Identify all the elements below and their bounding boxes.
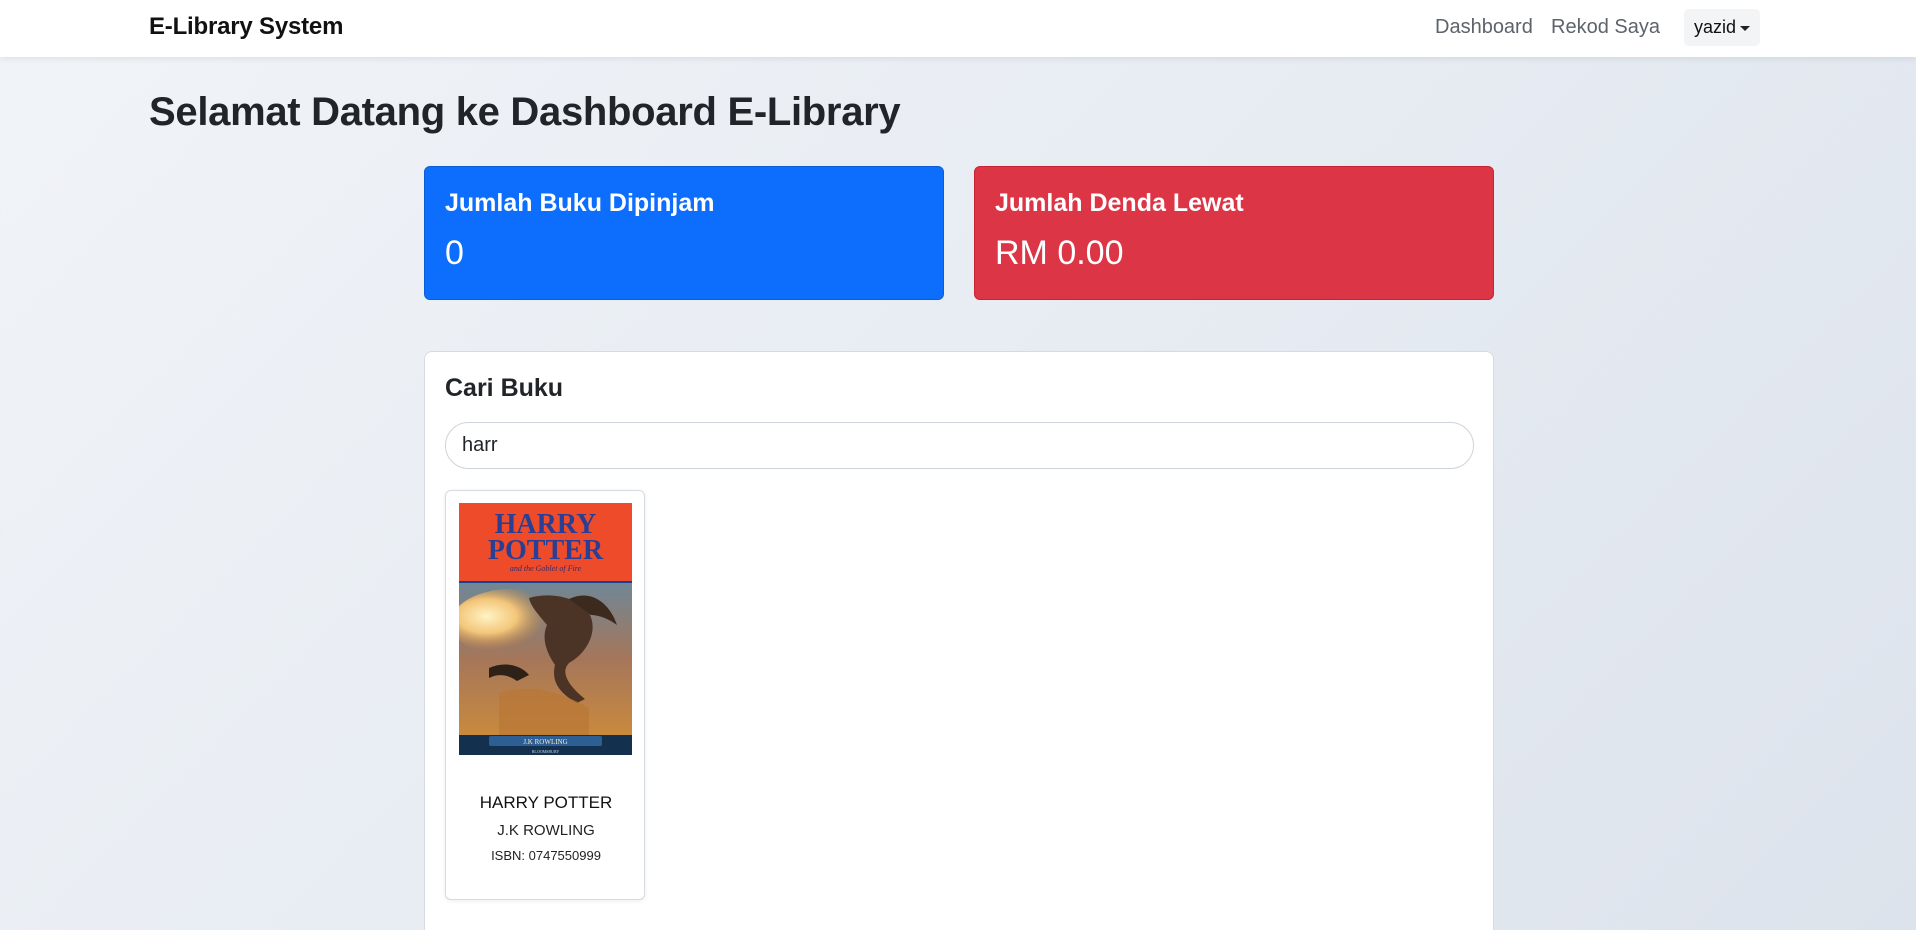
stat-value: RM 0.00 bbox=[995, 234, 1124, 272]
stat-title: Jumlah Denda Lewat bbox=[995, 189, 1244, 217]
user-dropdown[interactable]: yazid bbox=[1684, 9, 1760, 46]
chevron-down-icon bbox=[1740, 26, 1751, 31]
page-title: Selamat Datang ke Dashboard E-Library bbox=[149, 90, 901, 134]
top-navbar: E-Library System Dashboard Rekod Saya ya… bbox=[0, 0, 1916, 57]
stat-title: Jumlah Buku Dipinjam bbox=[445, 189, 715, 217]
cover-title-line-2: POTTER bbox=[488, 535, 604, 566]
book-card[interactable]: HARRY POTTER and the Goblet of Fire J.K … bbox=[445, 490, 645, 900]
cover-author: J.K ROWLING bbox=[523, 738, 567, 746]
nav-link-rekod-saya[interactable]: Rekod Saya bbox=[1551, 16, 1660, 39]
search-input[interactable] bbox=[445, 422, 1474, 469]
search-title: Cari Buku bbox=[445, 374, 564, 402]
user-name: yazid bbox=[1693, 17, 1737, 37]
cover-publisher: BLOOMSBURY bbox=[532, 749, 560, 754]
search-card: Cari Buku harr HARRY POTTER and the Gobl… bbox=[424, 351, 1494, 930]
stat-value: 0 bbox=[445, 234, 464, 272]
book-isbn: ISBN: 0747550999 bbox=[491, 848, 601, 863]
book-title: HARRY POTTER bbox=[479, 793, 613, 812]
brand-logo[interactable]: E-Library System bbox=[149, 13, 343, 41]
book-author: J.K ROWLING bbox=[497, 822, 595, 839]
stat-card-fines: Jumlah Denda Lewat RM 0.00 bbox=[974, 166, 1494, 300]
stat-card-borrowed: Jumlah Buku Dipinjam 0 bbox=[424, 166, 944, 300]
nav-link-dashboard[interactable]: Dashboard bbox=[1435, 16, 1533, 39]
book-cover-image: HARRY POTTER and the Goblet of Fire J.K … bbox=[459, 503, 632, 755]
cover-subtitle: and the Goblet of Fire bbox=[510, 564, 582, 573]
